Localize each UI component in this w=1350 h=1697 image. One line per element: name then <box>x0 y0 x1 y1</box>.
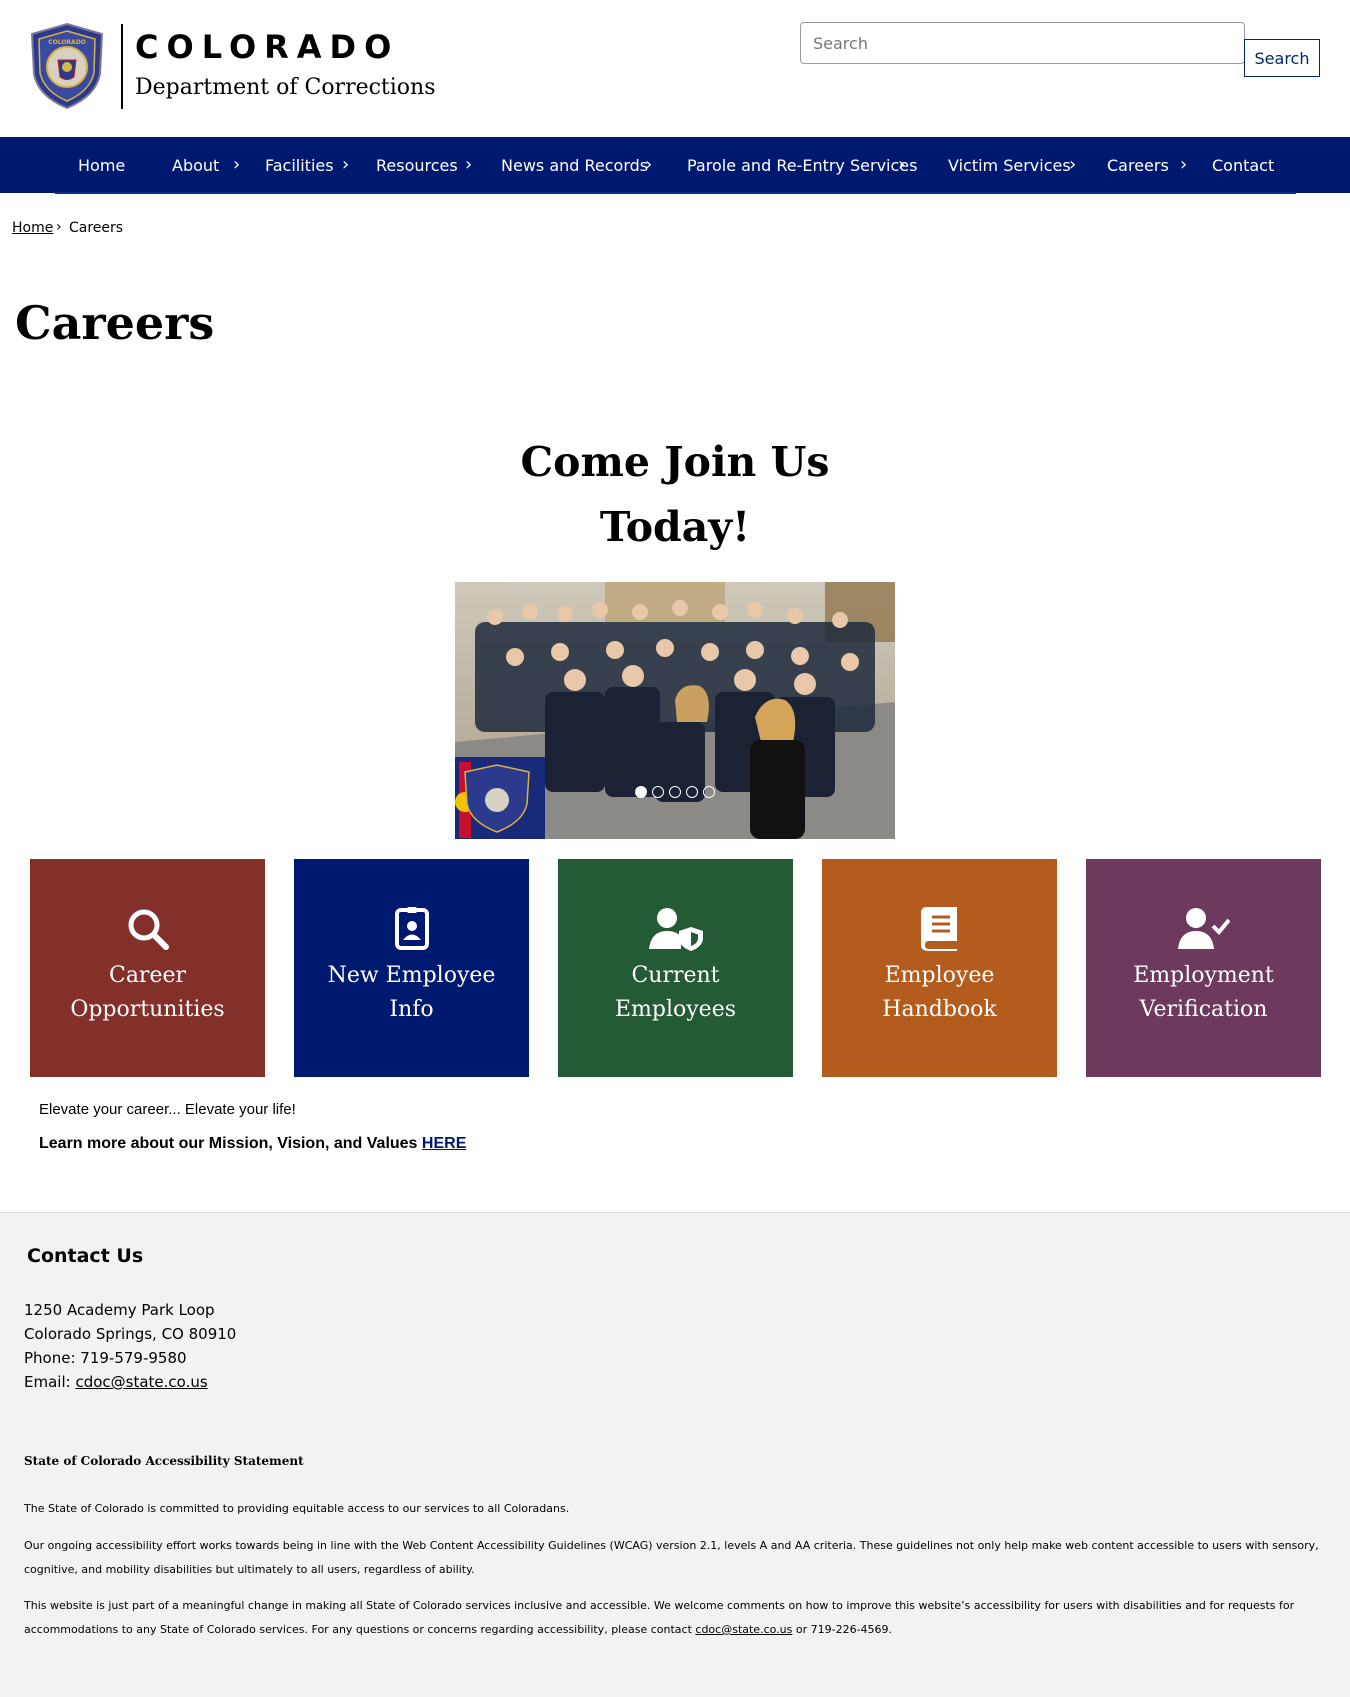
nav-item-contact[interactable]: Contact <box>1212 137 1274 193</box>
tile-employee-handbook[interactable]: Employee Handbook <box>822 859 1057 1077</box>
tagline: Elevate your career... Elevate your life… <box>39 1101 296 1118</box>
carousel-dot-1[interactable] <box>635 786 647 798</box>
tile-label-line2: Verification <box>1139 997 1268 1022</box>
mission-link[interactable]: HERE <box>422 1135 466 1152</box>
nav-item-parole-reentry[interactable]: Parole and Re-Entry Services <box>687 137 917 193</box>
email-label: Email: <box>24 1373 76 1391</box>
accessibility-p3-line1: This website is just part of a meaningfu… <box>24 1599 1295 1612</box>
logo-department-name[interactable]: Department of Corrections <box>135 75 436 100</box>
phone: Phone: 719-579-9580 <box>24 1349 187 1367</box>
accessibility-p3-text: accommodations to any State of Colorado … <box>24 1623 696 1636</box>
nav-item-news-and-records[interactable]: News and Records <box>501 137 648 193</box>
book-icon <box>822 907 1057 953</box>
tile-label-line1: New Employee <box>327 963 496 988</box>
carousel-dot-2[interactable] <box>652 786 664 798</box>
nav-item-careers[interactable]: Careers <box>1107 137 1169 193</box>
site-header <box>0 0 1350 137</box>
tile-label-line1: Current <box>631 963 720 988</box>
address-line2: Colorado Springs, CO 80910 <box>24 1325 237 1343</box>
nav-item-about[interactable]: About <box>172 137 219 193</box>
mission-paragraph: Learn more about our Mission, Vision, an… <box>39 1135 466 1153</box>
accessibility-p3-phone: or 719-226-4569. <box>792 1623 893 1636</box>
nav-item-facilities[interactable]: Facilities <box>265 137 334 193</box>
breadcrumb-current: Careers <box>69 220 124 236</box>
breadcrumb-home-link[interactable]: Home <box>12 220 53 236</box>
email-line: Email: cdoc@state.co.us <box>24 1373 208 1391</box>
tile-label: Employment Verification <box>1096 959 1311 1027</box>
carousel-dot-4[interactable] <box>686 786 698 798</box>
seal-text-colorado: COLORADO <box>48 39 86 46</box>
accessibility-p3-line2: accommodations to any State of Colorado … <box>24 1618 1324 1642</box>
nav-facilities-chevron-icon[interactable]: › <box>342 156 349 174</box>
breadcrumb-separator-icon: › <box>56 219 62 235</box>
tile-label-line1: Employee <box>884 963 995 988</box>
tile-label-line2: Employees <box>614 997 737 1022</box>
address-line1: 1250 Academy Park Loop <box>24 1301 215 1319</box>
tile-employment-verification[interactable]: Employment Verification <box>1086 859 1321 1077</box>
nav-parole-chevron-icon[interactable]: › <box>898 156 905 174</box>
tile-label: Current Employees <box>568 959 783 1027</box>
tile-label-line1: Career <box>108 963 187 988</box>
accessibility-paragraph-2: Our ongoing accessibility effort works t… <box>24 1534 1324 1582</box>
accessibility-p2-line2: cognitive, and mobility disabilities but… <box>24 1563 475 1576</box>
logo-state-name[interactable]: COLORADO <box>135 28 399 66</box>
tile-label: New Employee Info <box>304 959 519 1027</box>
nav-news-chevron-icon[interactable]: › <box>645 156 652 174</box>
contact-heading: Contact Us <box>27 1245 144 1267</box>
tile-label-line2: Info <box>389 997 434 1022</box>
nav-resources-chevron-icon[interactable]: › <box>465 156 472 174</box>
logo-divider <box>121 24 123 109</box>
nav-victim-chevron-icon[interactable]: › <box>1069 156 1076 174</box>
mission-text: Learn more about our Mission, Vision, an… <box>39 1135 422 1152</box>
nav-item-victim-services[interactable]: Victim Services <box>948 137 1071 193</box>
accessibility-paragraph-3: This website is just part of a meaningfu… <box>24 1594 1324 1642</box>
accessibility-email-link[interactable]: cdoc@state.co.us <box>695 1623 792 1636</box>
nav-careers-chevron-icon[interactable]: › <box>1180 156 1187 174</box>
accessibility-title: State of Colorado Accessibility Statemen… <box>24 1454 304 1468</box>
image-carousel[interactable] <box>455 582 895 839</box>
nav-item-resources[interactable]: Resources <box>376 137 458 193</box>
user-shield-icon <box>558 907 793 953</box>
tile-current-employees[interactable]: Current Employees <box>558 859 793 1077</box>
email-link[interactable]: cdoc@state.co.us <box>75 1373 207 1391</box>
cdoc-seal-logo[interactable]: COLORADO <box>28 22 106 110</box>
hero-heading: Come Join Us Today! <box>350 430 1000 560</box>
tile-career-opportunities[interactable]: Career Opportunities <box>30 859 265 1077</box>
carousel-dot-3[interactable] <box>669 786 681 798</box>
page-title: Careers <box>15 296 215 350</box>
carousel-pagination <box>635 786 715 798</box>
search-input[interactable] <box>800 22 1245 64</box>
tile-new-employee-info[interactable]: New Employee Info <box>294 859 529 1077</box>
accessibility-paragraph-1: The State of Colorado is committed to pr… <box>24 1502 570 1515</box>
accessibility-p2-line1: Our ongoing accessibility effort works t… <box>24 1539 1319 1552</box>
nav-about-chevron-icon[interactable]: › <box>233 156 240 174</box>
hero-heading-line2: Today! <box>599 503 751 551</box>
carousel-dot-5[interactable] <box>703 786 715 798</box>
search-button[interactable]: Search <box>1244 39 1320 77</box>
tile-label-line2: Opportunities <box>70 997 225 1022</box>
tile-label-line2: Handbook <box>882 997 997 1022</box>
hero-heading-line1: Come Join Us <box>520 438 830 486</box>
nav-item-home[interactable]: Home <box>78 137 125 193</box>
carousel-photo-graduation-ceremony <box>455 582 895 839</box>
id-badge-icon <box>294 907 529 953</box>
search-icon <box>30 907 265 953</box>
tile-label: Career Opportunities <box>40 959 255 1027</box>
user-check-icon <box>1086 907 1321 953</box>
tile-label: Employee Handbook <box>832 959 1047 1027</box>
tile-label-line1: Employment <box>1133 963 1274 988</box>
